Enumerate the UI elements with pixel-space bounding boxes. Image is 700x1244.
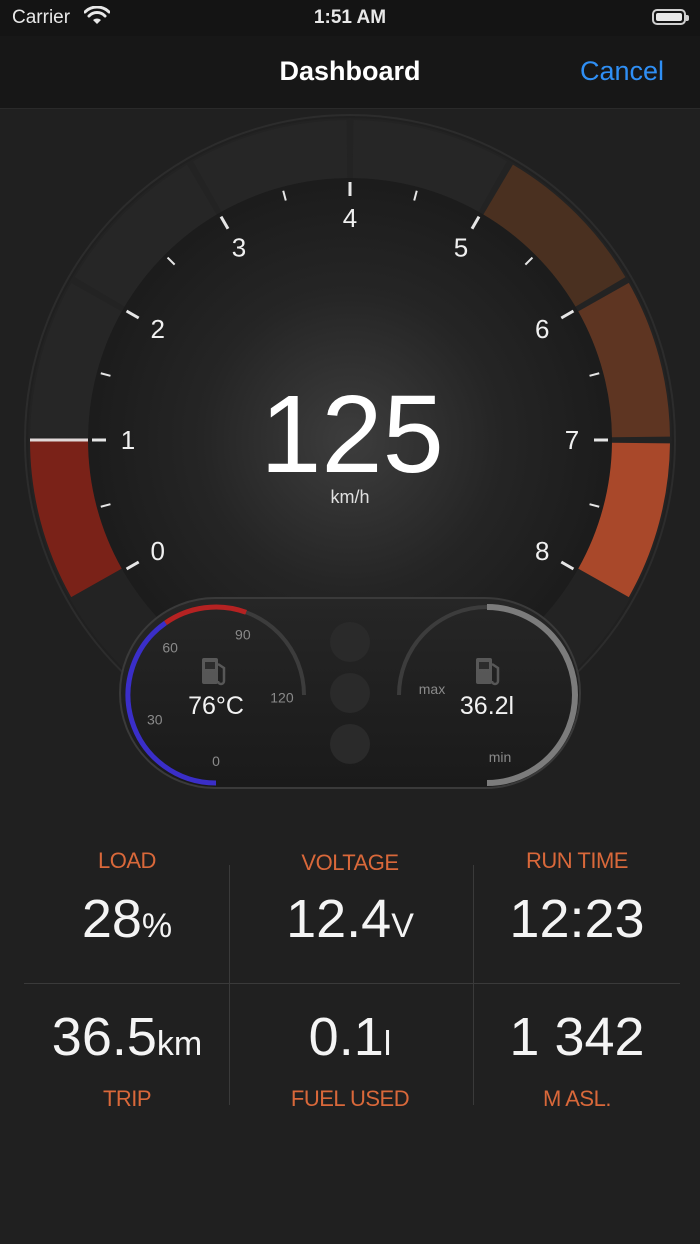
stat-label: RUN TIME <box>526 848 628 873</box>
temperature-scale-label: 60 <box>162 640 178 656</box>
stat-run-time: RUN TIME 12:23 <box>462 848 692 946</box>
stat-load: LOAD 28% <box>12 848 242 946</box>
stats-grid: LOAD 28% VOLTAGE 12.4V RUN TIME 12:23 36… <box>0 840 700 1120</box>
indicator-light <box>330 673 370 713</box>
temperature-scale-label: 0 <box>212 753 220 769</box>
speed-scale-label: 4 <box>343 203 357 233</box>
temperature-scale-label: 90 <box>235 627 251 643</box>
temperature-scale-label: 120 <box>270 689 294 705</box>
speed-unit: km/h <box>330 487 369 507</box>
speed-scale-label: 5 <box>454 233 468 263</box>
speed-scale-label: 7 <box>565 425 579 455</box>
speed-scale-label: 1 <box>121 425 135 455</box>
nav-bar: Dashboard Cancel <box>0 36 700 109</box>
speed-scale-label: 3 <box>232 233 246 263</box>
stat-value: 0.1l <box>308 1007 392 1067</box>
stat-value: 12.4V <box>286 889 414 949</box>
stat-voltage: VOLTAGE 12.4V <box>235 850 465 946</box>
stat-value: 28% <box>81 889 173 949</box>
fuel-value: 36.2l <box>460 692 514 720</box>
speed-value: 125 <box>260 373 444 496</box>
speed-scale-label: 6 <box>535 314 549 344</box>
status-bar: Carrier 1:51 AM <box>0 0 700 36</box>
stat-altitude: 1 342 M ASL. <box>462 1010 692 1112</box>
speed-scale-label: 0 <box>151 536 165 566</box>
cancel-button[interactable]: Cancel <box>580 56 664 87</box>
grid-divider <box>24 983 680 984</box>
speed-scale-label: 8 <box>535 536 549 566</box>
stat-label: LOAD <box>98 848 156 873</box>
indicator-light <box>330 622 370 662</box>
fuel-max-label: max <box>419 681 445 697</box>
stat-value: 1 342 <box>509 1007 645 1067</box>
temperature-value: 76°C <box>188 692 244 720</box>
stat-label: TRIP <box>102 1086 152 1111</box>
stat-trip: 36.5km TRIP <box>12 1010 242 1112</box>
indicator-light <box>330 724 370 764</box>
stat-label: VOLTAGE <box>301 850 399 875</box>
temperature-scale-label: 30 <box>147 712 163 728</box>
status-time: 1:51 AM <box>313 7 387 28</box>
speedometer-gauge: 0 1 2 3 4 5 6 7 8 125 km/h 0 30 60 90 120 76°C max m… <box>24 114 676 789</box>
speed-scale-label: 2 <box>151 314 165 344</box>
battery-icon <box>652 9 689 25</box>
stat-value: 12:23 <box>509 889 645 949</box>
stat-fuel-used: 0.1l FUEL USED <box>235 1010 465 1112</box>
stat-label: FUEL USED <box>290 1086 410 1111</box>
fuel-min-label: min <box>489 749 512 765</box>
stat-label: M ASL. <box>543 1086 611 1111</box>
stat-value: 36.5km <box>51 1007 203 1067</box>
